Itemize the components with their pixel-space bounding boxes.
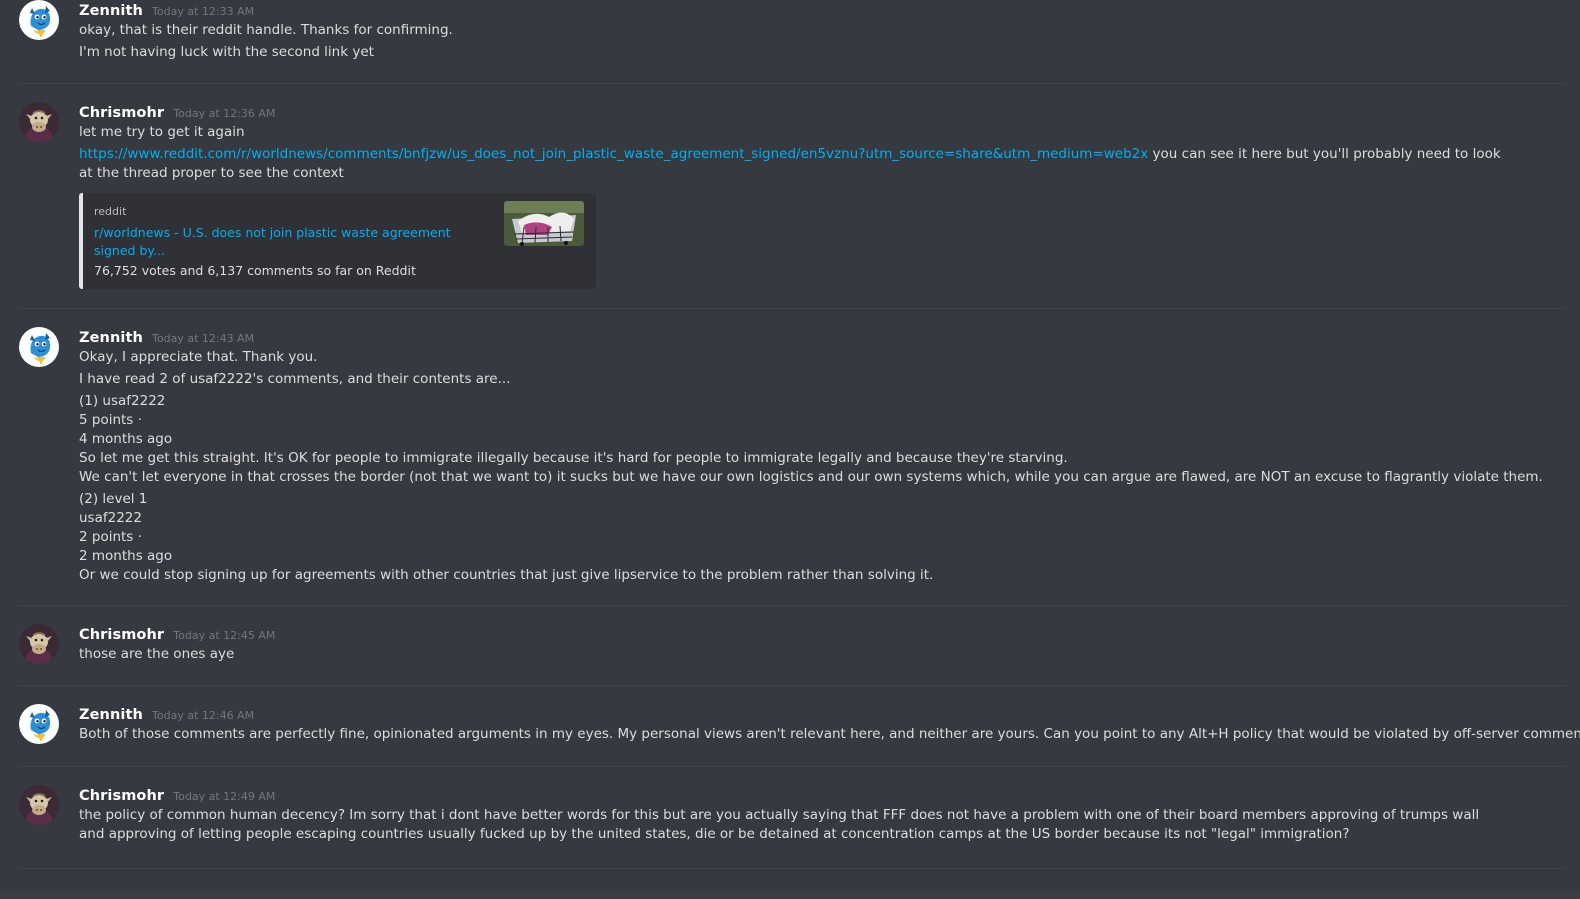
username[interactable]: Chrismohr bbox=[79, 105, 164, 121]
message-line: Both of those comments are perfectly fin… bbox=[79, 726, 1580, 742]
message-line: those are the ones aye bbox=[79, 646, 235, 662]
message-line: (2) level 1 bbox=[79, 491, 148, 507]
username[interactable]: Zennith bbox=[79, 330, 143, 346]
message-line: We can't let everyone in that crosses th… bbox=[79, 469, 1543, 485]
message-header: Zennith Today at 12:33 AM bbox=[79, 0, 254, 22]
blue-dragon-avatar-icon[interactable] bbox=[19, 704, 59, 744]
blue-dragon-avatar-icon[interactable] bbox=[19, 327, 59, 367]
message-line: 2 months ago bbox=[79, 548, 173, 564]
message-header: Chrismohr Today at 12:45 AM bbox=[79, 624, 275, 646]
timestamp: Today at 12:36 AM bbox=[173, 107, 276, 120]
message-line-with-link: https://www.reddit.com/r/worldnews/comme… bbox=[79, 145, 1504, 183]
timestamp: Today at 12:43 AM bbox=[152, 332, 255, 345]
message-content: Okay, I appreciate that. Thank you. I ha… bbox=[79, 348, 1543, 585]
embed-title-link[interactable]: r/worldnews - U.S. does not join plastic… bbox=[94, 224, 484, 260]
message-divider bbox=[18, 685, 1567, 686]
message-header: Chrismohr Today at 12:49 AM bbox=[79, 785, 275, 807]
reddit-link[interactable]: https://www.reddit.com/r/worldnews/comme… bbox=[79, 146, 1148, 162]
message-line: the policy of common human decency? Im s… bbox=[79, 807, 1480, 842]
message-header: Chrismohr Today at 12:36 AM bbox=[79, 102, 275, 124]
username[interactable]: Zennith bbox=[79, 3, 143, 19]
username[interactable]: Chrismohr bbox=[79, 788, 164, 804]
blue-dragon-avatar-icon[interactable] bbox=[19, 0, 59, 40]
bottom-edge bbox=[0, 889, 1580, 899]
message-header: Zennith Today at 12:43 AM bbox=[79, 327, 254, 349]
cow-avatar-icon[interactable] bbox=[19, 624, 59, 664]
message-line: okay, that is their reddit handle. Thank… bbox=[79, 22, 453, 38]
link-embed: reddit r/worldnews - U.S. does not join … bbox=[79, 193, 596, 289]
message-line: 2 points · bbox=[79, 529, 142, 545]
message-line: Okay, I appreciate that. Thank you. bbox=[79, 349, 318, 365]
shopping-cart-plastic-thumbnail[interactable] bbox=[504, 201, 584, 246]
message-line: 5 points · bbox=[79, 412, 142, 428]
message-divider bbox=[18, 766, 1567, 767]
message-line: I'm not having luck with the second link… bbox=[79, 44, 374, 60]
message-line: Or we could stop signing up for agreemen… bbox=[79, 567, 934, 583]
message-line: I have read 2 of usaf2222's comments, an… bbox=[79, 371, 511, 387]
message-divider bbox=[18, 868, 1567, 869]
message-line: usaf2222 bbox=[79, 510, 142, 526]
embed-provider[interactable]: reddit bbox=[94, 205, 126, 218]
message-line: So let me get this straight. It's OK for… bbox=[79, 450, 1068, 466]
message-content: those are the ones aye bbox=[79, 645, 1519, 667]
chat-messages: Zennith Today at 12:33 AM okay, that is … bbox=[0, 0, 1580, 899]
cow-avatar-icon[interactable] bbox=[19, 785, 59, 825]
message-line: (1) usaf2222 bbox=[79, 393, 166, 409]
message-divider bbox=[18, 308, 1567, 309]
message-content: the policy of common human decency? Im s… bbox=[79, 806, 1519, 844]
message-header: Zennith Today at 12:46 AM bbox=[79, 704, 254, 726]
message-content: let me try to get it again https://www.r… bbox=[79, 123, 1519, 183]
timestamp: Today at 12:46 AM bbox=[152, 709, 255, 722]
timestamp: Today at 12:33 AM bbox=[152, 5, 255, 18]
message-content: Both of those comments are perfectly fin… bbox=[79, 725, 1580, 747]
message-line: let me try to get it again bbox=[79, 124, 245, 140]
embed-description: 76,752 votes and 6,137 comments so far o… bbox=[94, 263, 416, 278]
message-divider bbox=[18, 605, 1567, 606]
timestamp: Today at 12:49 AM bbox=[173, 790, 276, 803]
timestamp: Today at 12:45 AM bbox=[173, 629, 276, 642]
message-line: 4 months ago bbox=[79, 431, 173, 447]
username[interactable]: Zennith bbox=[79, 707, 143, 723]
cow-avatar-icon[interactable] bbox=[19, 102, 59, 142]
message-divider bbox=[18, 83, 1567, 84]
username[interactable]: Chrismohr bbox=[79, 627, 164, 643]
message-content: okay, that is their reddit handle. Thank… bbox=[79, 21, 1519, 65]
